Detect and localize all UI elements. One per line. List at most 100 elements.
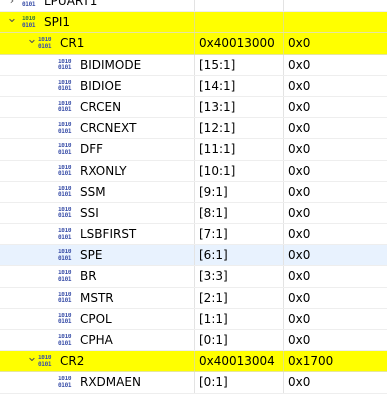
address-cell: [15:1] (199, 57, 236, 72)
tree-row-mstr[interactable]: 1010 0101 MSTR [2:1] 0x0 (0, 287, 387, 309)
address-cell: [8:1] (199, 205, 228, 220)
tree-item-name: SPI1 (44, 15, 71, 30)
icon-glyph-line: 0101 (22, 0, 36, 8)
field-icon: 1010 0101 (58, 376, 74, 389)
tree-item-name: CPOL (80, 311, 112, 326)
value-cell[interactable]: 0x0 (288, 79, 310, 93)
tree-item-name: RXONLY (80, 163, 127, 178)
address-cell: [0:1] (199, 375, 228, 390)
chevron-right-icon[interactable]: › (6, 0, 18, 7)
tree-row-lsbfirst[interactable]: 1010 0101 LSBFIRST [7:1] 0x0 (0, 224, 387, 246)
tree-row-ssm[interactable]: 1010 0101 SSM [9:1] 0x0 (0, 181, 387, 203)
tree-row-bidioe[interactable]: 1010 0101 BIDIOE [14:1] 0x0 (0, 75, 387, 97)
icon-glyph-line: 0101 (58, 297, 72, 305)
value-cell[interactable]: 0x0 (288, 375, 310, 389)
tree-item-name: BIDIMODE (80, 57, 142, 72)
column-divider (283, 372, 284, 393)
column-divider (194, 118, 195, 139)
icon-glyph-line: 0101 (58, 85, 72, 93)
address-cell: [12:1] (199, 121, 236, 136)
tree-row-lpuart1[interactable]: › 10100101 LPUART1 (0, 0, 387, 13)
column-divider (283, 54, 284, 75)
value-cell[interactable]: 0x0 (288, 269, 310, 283)
tree-row-cr1[interactable]: ⌄ 1010 0101 CR1 0x40013000 0x0 (0, 33, 387, 55)
column-divider (283, 351, 284, 372)
tree-row-br[interactable]: 1010 0101 BR [3:3] 0x0 (0, 266, 387, 288)
icon-glyph-line: 0101 (58, 339, 72, 347)
value-cell[interactable]: 0x0 (288, 291, 310, 305)
tree-row-rxonly[interactable]: 1010 0101 RXONLY [10:1] 0x0 (0, 160, 387, 182)
column-divider (194, 224, 195, 245)
tree-row-spe[interactable]: 1010 0101 SPE [6:1] 0x0 (0, 245, 387, 267)
column-divider (194, 266, 195, 287)
column-divider (194, 308, 195, 329)
register-tree-table: ›10100101LPUART1⌄10100101SPI1⌄10100101CR… (0, 0, 387, 394)
peripheral-icon: 10100101 (22, 0, 38, 8)
address-cell: 0x40013000 (199, 36, 275, 51)
address-cell: [2:1] (199, 290, 228, 305)
column-divider (194, 96, 195, 118)
column-divider (283, 33, 284, 54)
value-cell[interactable]: 0x0 (288, 36, 310, 50)
value-cell[interactable]: 0x0 (288, 100, 310, 114)
tree-row-crcen[interactable]: 1010 0101 CRCEN [13:1] 0x0 (0, 96, 387, 119)
column-divider (283, 266, 284, 287)
value-cell[interactable]: 0x0 (288, 227, 310, 241)
tree-item-name: LSBFIRST (80, 227, 137, 242)
address-cell: [14:1] (199, 78, 236, 93)
column-divider (194, 0, 195, 12)
icon-glyph-line: 0101 (38, 360, 52, 368)
chevron-down-icon[interactable]: ⌄ (6, 12, 18, 25)
value-cell[interactable]: 0x0 (288, 142, 310, 156)
value-cell[interactable]: 0x0 (288, 164, 310, 178)
column-divider (283, 181, 284, 202)
value-cell[interactable]: 0x0 (288, 185, 310, 199)
tree-row-cr2[interactable]: ⌄ 1010 0101 CR2 0x40013004 0x1700 (0, 351, 387, 373)
icon-glyph-line: 0101 (58, 170, 72, 177)
column-divider (283, 308, 284, 329)
value-cell[interactable]: 0x0 (288, 333, 310, 347)
tree-item-name: SPE (80, 248, 103, 263)
icon-glyph-line: 0101 (38, 42, 52, 50)
address-cell: [6:1] (199, 248, 228, 263)
field-icon: 1010 0101 (58, 207, 74, 220)
column-divider (283, 330, 284, 351)
tree-item-name: LPUART1 (44, 0, 98, 8)
column-divider (194, 75, 195, 96)
value-cell[interactable]: 0x1700 (288, 354, 333, 368)
tree-row-dff[interactable]: 1010 0101 DFF [11:1] 0x0 (0, 139, 387, 161)
icon-glyph-line: 0101 (58, 191, 72, 199)
tree-item-name: DFF (80, 142, 104, 157)
tree-row-bidimode[interactable]: 1010 0101 BIDIMODE [15:1] 0x0 (0, 54, 387, 76)
field-icon: 1010 0101 (58, 122, 74, 135)
address-cell: [11:1] (199, 142, 236, 157)
tree-row-cpha[interactable]: 1010 0101 CPHA [0:1] 0x0 (0, 330, 387, 352)
value-cell[interactable]: 0x0 (288, 312, 310, 326)
tree-row-rxdmaen[interactable]: 1010 0101 RXDMAEN [0:1] 0x0 (0, 372, 387, 394)
address-cell: [7:1] (199, 227, 228, 242)
field-icon: 1010 0101 (58, 101, 74, 114)
tree-row-spi1[interactable]: ⌄ 1010 0101 SPI1 (0, 12, 387, 34)
column-divider (194, 330, 195, 351)
tree-row-ssi[interactable]: 1010 0101 SSI [8:1] 0x0 (0, 202, 387, 225)
tree-item-name: CPHA (80, 333, 113, 347)
value-cell[interactable]: 0x0 (288, 248, 310, 262)
chevron-down-icon[interactable]: ⌄ (26, 33, 38, 46)
address-cell: [1:1] (199, 311, 228, 326)
tree-item-name: SSI (80, 205, 99, 220)
tree-row-cpol[interactable]: 1010 0101 CPOL [1:1] 0x0 (0, 308, 387, 330)
tree-item-name: CR2 (60, 354, 85, 369)
tree-item-name: SSM (80, 184, 106, 199)
icon-glyph-line: 0101 (58, 64, 72, 72)
tree-row-crcnext[interactable]: 1010 0101 CRCNEXT [12:1] 0x0 (0, 118, 387, 140)
field-icon: 1010 0101 (58, 59, 74, 72)
register-icon: 1010 0101 (38, 37, 54, 50)
field-icon: 1010 0101 (58, 313, 74, 326)
value-cell[interactable]: 0x0 (288, 58, 310, 72)
value-cell[interactable]: 0x0 (288, 206, 310, 220)
column-divider (194, 12, 195, 33)
value-cell[interactable]: 0x0 (288, 121, 310, 135)
column-divider (194, 287, 195, 308)
field-icon: 1010 0101 (58, 334, 74, 347)
chevron-down-icon[interactable]: ⌄ (26, 351, 38, 364)
